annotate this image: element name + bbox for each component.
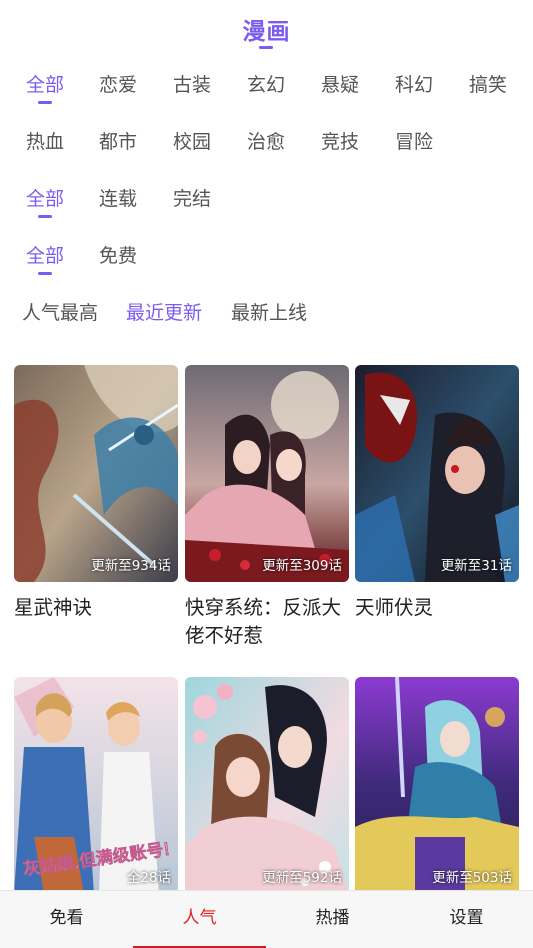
tab-label: 热播 bbox=[315, 908, 350, 928]
comic-card[interactable]: 更新至592话 bbox=[185, 677, 349, 906]
tab-settings[interactable]: 设置 bbox=[400, 891, 533, 948]
comic-card[interactable]: 更新至31话 天师伏灵 bbox=[355, 365, 519, 622]
comic-cover-art bbox=[14, 365, 178, 582]
comic-card[interactable]: 更新至309话 快穿系统：反派大佬不好惹 bbox=[185, 365, 349, 650]
status-all[interactable]: 全部 bbox=[26, 184, 64, 218]
genre-sports[interactable]: 竞技 bbox=[321, 127, 359, 154]
genre-fantasy[interactable]: 玄幻 bbox=[247, 70, 285, 97]
title-indicator bbox=[259, 46, 273, 49]
comic-cover-art bbox=[355, 677, 519, 894]
genre-campus[interactable]: 校园 bbox=[173, 127, 211, 154]
genre-mystery[interactable]: 悬疑 bbox=[321, 70, 359, 97]
comic-cover[interactable]: 更新至592话 bbox=[185, 677, 349, 894]
genre-filter-row-2: 热血 都市 校园 治愈 竞技 冒险 bbox=[0, 127, 533, 161]
genre-costume[interactable]: 古装 bbox=[173, 70, 211, 97]
comic-cover[interactable]: 更新至934话 bbox=[14, 365, 178, 582]
genre-comedy[interactable]: 搞笑 bbox=[469, 70, 507, 97]
bottom-tab-bar: 免看 人气 热播 设置 bbox=[0, 890, 533, 948]
price-all[interactable]: 全部 bbox=[26, 241, 64, 275]
comic-cover[interactable]: 更新至503话 bbox=[355, 677, 519, 894]
update-badge: 更新至592话 bbox=[262, 870, 342, 886]
price-free[interactable]: 免费 bbox=[99, 241, 137, 268]
comic-cover[interactable]: 更新至31话 bbox=[355, 365, 519, 582]
comic-title[interactable]: 星武神诀 bbox=[14, 594, 178, 622]
genre-all[interactable]: 全部 bbox=[26, 70, 64, 104]
tab-popular[interactable]: 人气 bbox=[133, 891, 266, 948]
update-badge: 更新至309话 bbox=[262, 558, 342, 574]
page-title: 漫画 bbox=[242, 19, 291, 45]
genre-passion[interactable]: 热血 bbox=[26, 127, 64, 154]
genre-healing[interactable]: 治愈 bbox=[247, 127, 285, 154]
update-badge: 全28话 bbox=[126, 870, 171, 886]
tab-label: 设置 bbox=[449, 908, 484, 928]
price-filter-row: 全部 免费 bbox=[0, 241, 533, 275]
tab-hot[interactable]: 热播 bbox=[266, 891, 399, 948]
comic-card[interactable]: 灰姑娘,但满级账号! 全28话 bbox=[14, 677, 178, 906]
status-completed[interactable]: 完结 bbox=[173, 184, 211, 211]
update-badge: 更新至31话 bbox=[440, 558, 512, 574]
genre-romance[interactable]: 恋爱 bbox=[99, 70, 137, 97]
sort-recently-updated[interactable]: 最近更新 bbox=[126, 298, 202, 325]
genre-urban[interactable]: 都市 bbox=[99, 127, 137, 154]
comic-cover[interactable]: 更新至309话 bbox=[185, 365, 349, 582]
tab-label: 免看 bbox=[49, 908, 84, 928]
comic-cover-art bbox=[185, 365, 349, 582]
comic-cover[interactable]: 灰姑娘,但满级账号! 全28话 bbox=[14, 677, 178, 894]
tab-label: 人气 bbox=[182, 908, 217, 928]
sort-most-popular[interactable]: 人气最高 bbox=[22, 298, 98, 325]
comic-cover-art bbox=[355, 365, 519, 582]
update-badge: 更新至503话 bbox=[432, 870, 512, 886]
sort-newest[interactable]: 最新上线 bbox=[231, 298, 307, 325]
status-filter-row: 全部 连载 完结 bbox=[0, 184, 533, 218]
update-badge: 更新至934话 bbox=[91, 558, 171, 574]
sort-row: 人气最高 最近更新 最新上线 bbox=[0, 298, 533, 332]
comic-cover-art: 灰姑娘,但满级账号! bbox=[14, 677, 178, 894]
comic-title[interactable]: 天师伏灵 bbox=[355, 594, 519, 622]
genre-adventure[interactable]: 冒险 bbox=[395, 127, 433, 154]
comic-cover-art bbox=[185, 677, 349, 894]
tab-free-read[interactable]: 免看 bbox=[0, 891, 133, 948]
comic-title[interactable]: 快穿系统：反派大佬不好惹 bbox=[185, 594, 349, 650]
comic-card[interactable]: 更新至503话 bbox=[355, 677, 519, 906]
comic-card[interactable]: 更新至934话 星武神诀 bbox=[14, 365, 178, 622]
status-ongoing[interactable]: 连载 bbox=[99, 184, 137, 211]
genre-scifi[interactable]: 科幻 bbox=[395, 70, 433, 97]
genre-filter-row-1: 全部 恋爱 古装 玄幻 悬疑 科幻 搞笑 bbox=[0, 70, 533, 104]
